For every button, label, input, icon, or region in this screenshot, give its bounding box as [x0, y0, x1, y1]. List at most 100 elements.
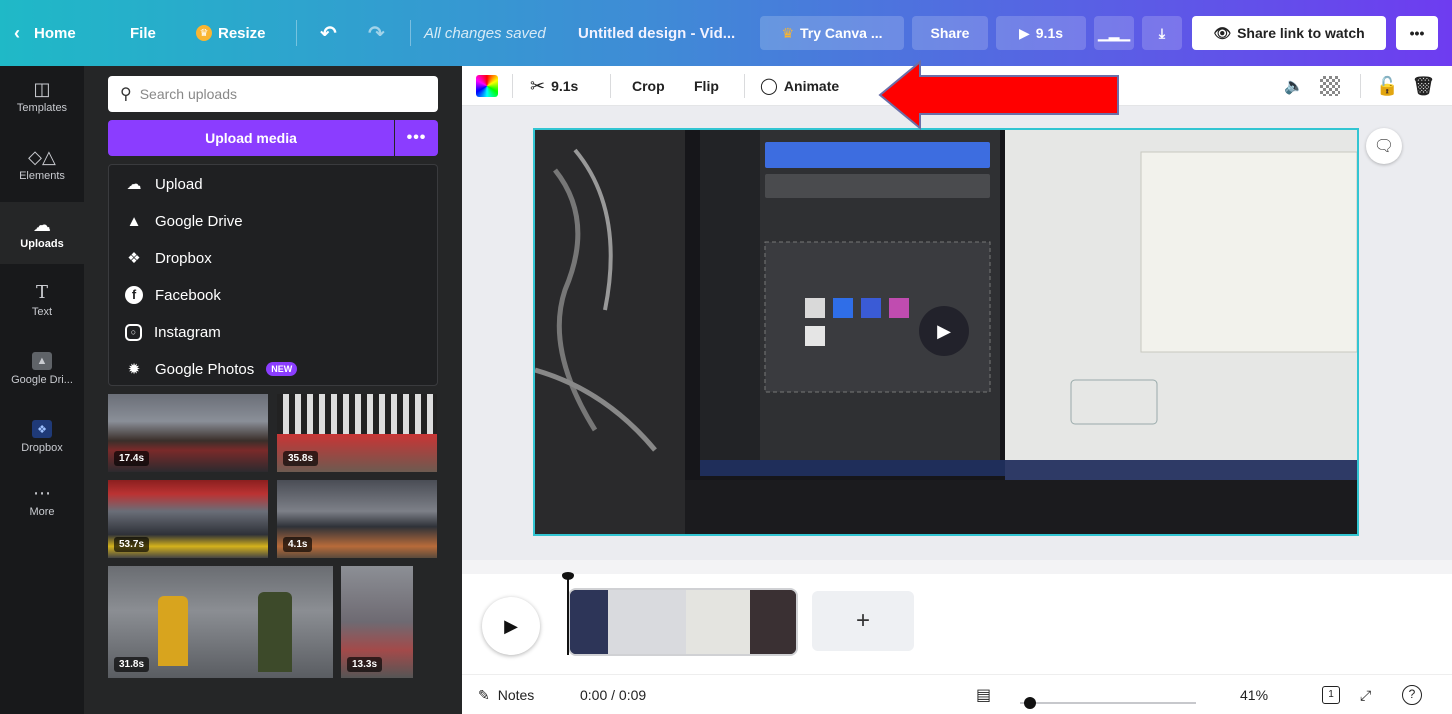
- rail-label: Templates: [16, 102, 68, 114]
- play-icon: ▶: [504, 615, 518, 636]
- google-drive-icon: ▲: [126, 212, 142, 230]
- rail-item-google-drive[interactable]: ▲ Google Dri...: [0, 338, 84, 400]
- menu-item-google-photos[interactable]: ✹ Google Photos NEW: [125, 354, 298, 384]
- video-thumbnail[interactable]: 13.3s: [341, 566, 413, 678]
- insights-button[interactable]: ▁▂▁: [1094, 16, 1134, 50]
- trash-icon: 🗑: [1412, 75, 1435, 96]
- help-button[interactable]: ?: [1402, 675, 1422, 714]
- redo-icon: ↷: [368, 22, 385, 45]
- page-count-button[interactable]: 1: [1322, 675, 1340, 714]
- duration-badge: 4.1s: [283, 537, 313, 552]
- menu-item-facebook[interactable]: f Facebook: [125, 280, 221, 310]
- video-play-button[interactable]: ▶: [919, 306, 969, 356]
- upload-cloud-icon: ☁: [33, 215, 51, 235]
- download-button[interactable]: ⤓: [1142, 16, 1182, 50]
- color-button[interactable]: [476, 66, 498, 106]
- transparency-button[interactable]: [1320, 66, 1340, 106]
- rail-item-uploads[interactable]: ☁ Uploads: [0, 202, 84, 264]
- animate-button[interactable]: ◯ Animate: [760, 66, 839, 106]
- video-thumbnail[interactable]: 53.7s: [108, 480, 268, 558]
- playhead[interactable]: [567, 575, 569, 655]
- design-title[interactable]: Untitled design - Vid...: [578, 0, 735, 66]
- rail-item-dropbox[interactable]: ❖ Dropbox: [0, 406, 84, 468]
- volume-button[interactable]: 🔈: [1284, 66, 1304, 106]
- help-icon: ?: [1402, 685, 1422, 705]
- share-button[interactable]: Share: [912, 16, 988, 50]
- search-box[interactable]: ⚲: [108, 76, 438, 112]
- divider: [512, 74, 513, 98]
- search-icon: ⚲: [120, 86, 132, 103]
- menu-label: Upload: [155, 175, 203, 193]
- file-label: File: [130, 24, 156, 42]
- video-thumbnail[interactable]: 31.8s: [108, 566, 333, 678]
- menu-item-dropbox[interactable]: ❖ Dropbox: [125, 243, 212, 273]
- plus-icon: +: [855, 607, 870, 634]
- notes-button[interactable]: ✎ Notes: [478, 675, 534, 714]
- delete-button[interactable]: 🗑: [1412, 66, 1435, 106]
- rail-item-elements[interactable]: ◇△ Elements: [0, 134, 84, 196]
- upload-source-menu: ☁ Upload ▲ Google Drive ❖ Dropbox f Face…: [108, 164, 438, 386]
- timeline-play-button[interactable]: ▶: [482, 597, 540, 655]
- redo-button[interactable]: ↷: [368, 0, 385, 66]
- more-options-button[interactable]: •••: [1396, 16, 1438, 50]
- menu-item-google-drive[interactable]: ▲ Google Drive: [125, 206, 243, 236]
- file-menu-button[interactable]: File: [130, 0, 156, 66]
- rail-item-more[interactable]: ⋯ More: [0, 470, 84, 532]
- elements-icon: ◇△: [28, 147, 56, 167]
- add-comment-button[interactable]: 🗨: [1366, 128, 1402, 164]
- trim-button[interactable]: ✂ 9.1s: [530, 66, 578, 106]
- video-thumbnail[interactable]: 4.1s: [277, 480, 437, 558]
- uploads-panel: ⚲ Upload media ••• ☁ Upload ▲ Google Dri…: [84, 66, 462, 714]
- video-element[interactable]: ▶: [533, 128, 1359, 536]
- upload-icon: ☁: [126, 176, 142, 193]
- rail-label: Uploads: [20, 238, 64, 250]
- video-thumbnail[interactable]: 35.8s: [277, 394, 437, 472]
- zoom-slider-track[interactable]: [1020, 702, 1196, 704]
- vertical-scrollbar[interactable]: [1436, 106, 1452, 560]
- zoom-slider-handle[interactable]: [1024, 697, 1036, 709]
- timeline-clip[interactable]: [568, 588, 798, 656]
- upload-media-button[interactable]: Upload media: [108, 120, 394, 156]
- present-play-button[interactable]: ▶ 9.1s: [996, 16, 1086, 50]
- crop-label: Crop: [632, 78, 665, 94]
- zoom-level[interactable]: 41%: [1240, 675, 1268, 714]
- duration-badge: 35.8s: [283, 451, 319, 466]
- divider: [610, 74, 611, 98]
- fullscreen-button[interactable]: ⤢: [1360, 675, 1371, 714]
- menu-item-upload[interactable]: ☁ Upload: [125, 169, 203, 199]
- duration-badge: 13.3s: [347, 657, 383, 672]
- red-arrow-annotation: [878, 59, 1119, 131]
- try-canva-pro-button[interactable]: ♛ Try Canva ...: [760, 16, 904, 50]
- flip-button[interactable]: Flip: [694, 66, 719, 106]
- download-icon: ⤓: [1158, 24, 1166, 41]
- notes-label: Notes: [497, 687, 535, 703]
- lock-button[interactable]: 🔓: [1376, 66, 1398, 106]
- rail-item-text[interactable]: T Text: [0, 270, 84, 332]
- resize-button[interactable]: ♛ Resize: [196, 0, 266, 66]
- video-thumbnail[interactable]: 17.4s: [108, 394, 268, 472]
- side-rail: ◫ Templates ◇△ Elements ☁ Uploads T Text…: [0, 66, 84, 714]
- share-link-to-watch-button[interactable]: 👁 Share link to watch: [1192, 16, 1386, 50]
- search-input[interactable]: [139, 86, 420, 102]
- horizontal-scrollbar[interactable]: [462, 560, 1452, 574]
- text-icon: T: [35, 282, 48, 303]
- timeline-toggle-button[interactable]: ▤: [976, 675, 991, 714]
- crop-button[interactable]: Crop: [632, 66, 665, 106]
- upload-more-button[interactable]: •••: [395, 120, 438, 156]
- home-button[interactable]: ‹ Home: [14, 0, 76, 66]
- add-page-button[interactable]: +: [812, 591, 914, 651]
- save-status: All changes saved: [424, 24, 546, 42]
- trim-duration: 9.1s: [551, 78, 579, 94]
- rail-item-templates[interactable]: ◫ Templates: [0, 66, 84, 128]
- menu-item-instagram[interactable]: ○ Instagram: [125, 317, 221, 347]
- undo-button[interactable]: ↶: [320, 0, 337, 66]
- google-drive-app-icon: ▲: [32, 352, 52, 370]
- thumbnail-scene: [158, 596, 188, 666]
- templates-icon: ◫: [33, 79, 51, 99]
- rail-label: Google Dri...: [11, 374, 73, 386]
- menu-label: Dropbox: [155, 249, 212, 267]
- timeline-icon: ▤: [976, 687, 992, 704]
- play-icon: ▶: [937, 320, 951, 341]
- play-icon: ▶: [1018, 24, 1030, 41]
- rail-label: More: [29, 506, 55, 518]
